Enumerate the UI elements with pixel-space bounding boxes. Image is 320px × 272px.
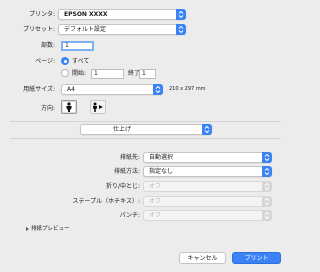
cancel-button[interactable]: キャンセル xyxy=(179,252,226,264)
section-menu-select[interactable]: 仕上げ xyxy=(80,124,212,135)
pages-from-value: 1 xyxy=(94,70,98,77)
preset-value: デフォルト設定 xyxy=(64,26,107,33)
pages-all-label: すべて xyxy=(72,58,90,65)
pages-from-field[interactable]: 1 xyxy=(91,69,124,79)
chevron-updown-icon xyxy=(153,84,163,95)
punch-label: パンチ: xyxy=(119,212,140,219)
printer-value: EPSON XXXX xyxy=(64,11,108,18)
output-tray-select[interactable]: 自動選択 xyxy=(143,152,272,163)
chevron-updown-icon xyxy=(262,166,272,177)
portrait-person-icon xyxy=(66,102,72,112)
printer-label: プリンタ: xyxy=(28,11,55,18)
portrait-button[interactable] xyxy=(61,100,77,114)
separator xyxy=(10,138,281,139)
staple-label: ステープル（ホチキス）: xyxy=(72,198,140,205)
preview-label: 排紙プレビュー xyxy=(31,226,70,232)
chevron-updown-icon xyxy=(176,9,186,20)
pages-all-radio[interactable] xyxy=(61,57,69,65)
separator xyxy=(10,121,281,122)
output-tray-value: 自動選択 xyxy=(149,154,174,161)
copies-value: 1 xyxy=(65,42,69,49)
printer-select[interactable]: EPSON XXXX xyxy=(58,9,186,20)
staple-value: オフ xyxy=(149,198,162,205)
pages-label: ページ: xyxy=(35,58,55,65)
punch-select[interactable]: オフ xyxy=(143,210,272,221)
preview-disclosure[interactable]: 排紙プレビュー xyxy=(26,224,70,235)
section-menu-value: 仕上げ xyxy=(113,126,132,133)
paper-size-value: A4 xyxy=(67,86,75,93)
orientation-label: 方向: xyxy=(40,105,55,112)
copies-label: 部数: xyxy=(40,42,55,49)
fold-label: 折り/中とじ: xyxy=(105,183,140,190)
output-method-label: 排紙方法: xyxy=(113,168,140,175)
preset-select[interactable]: デフォルト設定 xyxy=(58,24,186,35)
pages-to-field[interactable]: 1 xyxy=(139,69,156,79)
paper-size-select[interactable]: A4 xyxy=(61,84,163,95)
pages-range-radio[interactable] xyxy=(61,69,69,77)
disclosure-triangle-icon xyxy=(26,226,29,231)
staple-select[interactable]: オフ xyxy=(143,196,272,207)
chevron-updown-icon xyxy=(262,152,272,163)
preset-label: プリセット: xyxy=(22,26,55,33)
print-button[interactable]: プリント xyxy=(232,252,281,264)
chevron-updown-icon xyxy=(202,124,212,135)
output-tray-label: 排紙先: xyxy=(119,154,140,161)
fold-select[interactable]: オフ xyxy=(143,181,272,192)
output-method-select[interactable]: 指定なし xyxy=(143,166,272,177)
fold-value: オフ xyxy=(149,183,162,190)
output-method-value: 指定なし xyxy=(149,168,174,175)
landscape-button[interactable] xyxy=(90,100,106,114)
copies-field[interactable]: 1 xyxy=(61,41,94,51)
paper-dimensions: 210 x 297 mm xyxy=(169,86,206,92)
chevron-updown-icon xyxy=(262,181,272,192)
paper-size-label: 用紙サイズ: xyxy=(23,86,55,93)
chevron-updown-icon xyxy=(262,210,272,221)
pages-from-label: 開始: xyxy=(72,70,87,77)
pages-to-value: 1 xyxy=(142,70,146,77)
chevron-updown-icon xyxy=(176,24,186,35)
chevron-updown-icon xyxy=(262,196,272,207)
punch-value: オフ xyxy=(149,212,162,219)
landscape-person-icon xyxy=(92,102,103,112)
